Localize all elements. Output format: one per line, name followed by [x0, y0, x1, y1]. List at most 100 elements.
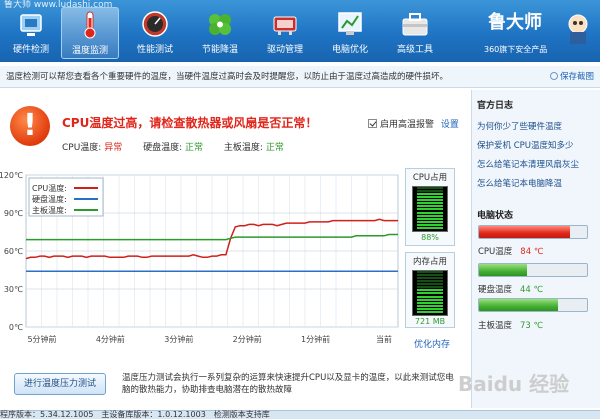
tab-label: 驱动管理 [266, 45, 303, 55]
alarm-settings-link[interactable]: 设置 [441, 120, 459, 130]
warning-icon: ! [10, 106, 50, 146]
meter-segment [417, 205, 443, 208]
meter-segment [417, 307, 443, 310]
watermark: Baidu 经验 [458, 372, 570, 396]
tab-advanced-tools[interactable]: 高级工具 [386, 7, 444, 59]
y-tick-label: 90℃ [4, 209, 23, 218]
high-temp-alarm: 启用高温报警 设置 [368, 117, 459, 130]
tab-pc-optimize[interactable]: 电脑优化 [321, 7, 379, 59]
cpu-usage-title: CPU占用 [412, 173, 448, 183]
save-screenshot-link[interactable]: 保存截图 [549, 66, 594, 88]
meter-segment [417, 276, 443, 279]
meter-segment [417, 292, 443, 295]
y-tick-label: 30℃ [4, 285, 23, 294]
cpu-temp-status: 异常 [104, 143, 123, 153]
meter-segment [417, 196, 443, 198]
tab-temperature-monitor[interactable]: 温度监测 [61, 7, 119, 59]
tab-label: 硬件检测 [12, 45, 49, 55]
cpu-usage-gauge [412, 186, 448, 232]
board-temp-bar-fill [479, 299, 558, 311]
meter-segment [417, 192, 443, 195]
x-tick-label: 2分钟前 [233, 334, 262, 344]
legend-label: 主板温度: [32, 205, 67, 215]
legend-label: 硬盘温度: [32, 194, 67, 204]
board-temp-label: 主板温度: [223, 143, 263, 153]
disk-temp-row-label: 硬盘温度 [478, 285, 513, 295]
news-item[interactable]: 怎么给笔记本电脑降温 [477, 177, 562, 189]
alarm-label: 启用高温报警 [380, 120, 435, 130]
meter-segment [417, 208, 443, 211]
news-item[interactable]: 怎么给笔记本清理风扇灰尘 [477, 158, 579, 170]
cpu-temp-bar [478, 225, 588, 239]
memory-usage-value: 721 MB [414, 317, 446, 326]
tab-hardware-detect[interactable]: 硬件检测 [2, 7, 60, 59]
tab-label: 电脑优化 [331, 45, 368, 55]
legend-label: CPU温度: [32, 183, 67, 193]
meter-segment [417, 286, 443, 289]
meter-segment [417, 283, 443, 286]
x-tick-label: 3分钟前 [164, 334, 193, 344]
news-item[interactable]: 保护爱机 CPU温度知多少 [477, 139, 574, 151]
stress-test-button[interactable]: 进行温度压力测试 [14, 373, 106, 395]
cpu-temp-row-value: 84 ℃ [520, 247, 544, 257]
logo-subtitle: 360旗下安全产品 [484, 45, 548, 54]
cpu-usage-meter: CPU占用 88% [405, 168, 455, 246]
board-temp-status: 正常 [265, 143, 284, 153]
cpu-temp-row: CPU温度 84 ℃ [478, 245, 543, 257]
tab-performance-test[interactable]: 性能测试 [126, 7, 184, 59]
mascot-icon [568, 14, 588, 44]
meter-segment [417, 270, 443, 273]
camera-icon [549, 72, 558, 80]
hardware-icon [15, 9, 47, 39]
memory-usage-gauge [412, 270, 448, 316]
memory-usage-meter: 内存占用 721 MB [405, 252, 455, 328]
tab-label: 节能降温 [201, 45, 238, 55]
disk-temp-label: 硬盘温度: [143, 143, 183, 153]
board-temp-row: 主板温度 73 ℃ [478, 319, 543, 331]
meter-segment [417, 295, 443, 298]
meter-segment [417, 217, 443, 220]
version-text: 程序版本：5.34.12.1005 主设备库版本：1.0.12.1003 检测版… [0, 410, 270, 419]
board-temp-row-label: 主板温度 [478, 321, 513, 331]
news-item[interactable]: 为何你少了些硬件温度 [477, 120, 562, 132]
disk-temp-row-value: 44 ℃ [520, 285, 544, 295]
meter-segment [417, 311, 443, 313]
x-tick-label: 5分钟前 [27, 334, 56, 344]
temperature-status-row: CPU温度: 异常 硬盘温度: 正常 主板温度: 正常 [62, 140, 302, 153]
alert-title: CPU温度过高，请检查散热器或风扇是否正常！ [62, 116, 318, 130]
optimize-memory-link[interactable]: 优化内存 [414, 337, 450, 350]
driver-icon [269, 9, 301, 39]
cpu-temp-bar-fill [479, 226, 570, 238]
toolbox-icon [399, 9, 431, 39]
info-bar: 温度检测可以帮您查看各个重要硬件的温度，当硬件温度过高时会及时提醒您，以防止由于… [0, 66, 600, 88]
meter-segment [417, 211, 443, 214]
meter-segment [417, 186, 443, 189]
tab-driver-manage[interactable]: 驱动管理 [256, 7, 314, 59]
meter-segment [417, 189, 443, 192]
meter-segment [417, 220, 443, 223]
disk-temp-row: 硬盘温度 44 ℃ [478, 283, 543, 295]
brand-logo: 鲁大师 360旗下安全产品 [478, 6, 598, 60]
meter-segment [417, 280, 443, 282]
meter-segment [417, 289, 443, 292]
x-tick-label: 当前 [376, 334, 392, 344]
x-tick-label: 4分钟前 [96, 334, 125, 344]
board-temp-bar [478, 298, 588, 312]
cpu-temp-label: CPU温度: [62, 143, 102, 153]
top-toolbar: 鲁大师 www.ludashi.com 硬件检测 温度监测 性能测试 节能降温 … [0, 0, 600, 62]
tab-label: 高级工具 [396, 45, 433, 55]
cpu-temp-row-label: CPU温度 [478, 247, 513, 257]
optimize-icon [334, 9, 366, 39]
tab-energy-cooling[interactable]: 节能降温 [191, 7, 249, 59]
memory-usage-title: 内存占用 [412, 257, 447, 267]
tab-label: 温度监测 [71, 46, 108, 56]
y-tick-label: 60℃ [4, 247, 23, 256]
speedometer-icon [139, 9, 171, 39]
disk-temp-bar [478, 263, 588, 277]
alarm-checkbox[interactable] [368, 119, 377, 128]
meter-segment [417, 199, 443, 202]
leaf-icon [204, 9, 236, 39]
disk-temp-status: 正常 [185, 143, 204, 153]
meter-segment [417, 223, 443, 226]
cpu-usage-value: 88% [421, 233, 439, 242]
